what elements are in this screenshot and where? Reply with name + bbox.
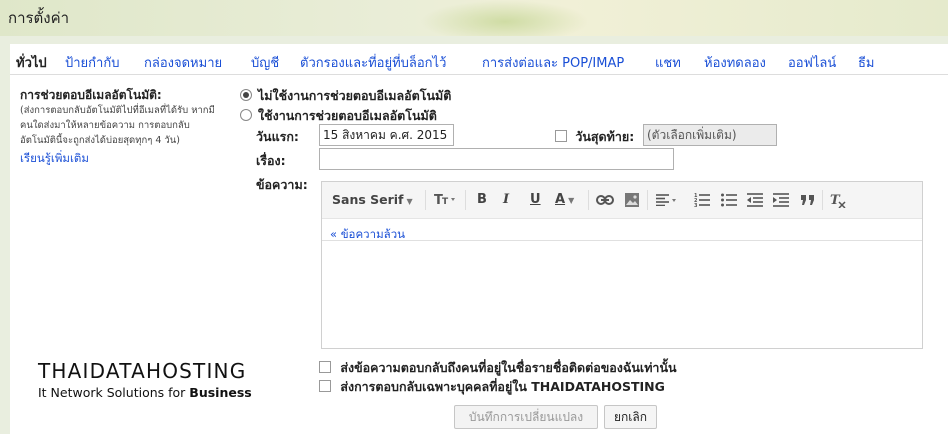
learn-more-link[interactable]: เรียนรู้เพิ่มเติม (20, 150, 89, 168)
font-family-select[interactable]: Sans Serif ▼ (332, 192, 413, 207)
header-decoration (420, 0, 590, 36)
remove-formatting-icon[interactable]: T (830, 192, 846, 212)
message-label: ข้อความ: (256, 177, 308, 192)
tab-filters[interactable]: ตัวกรองและที่อยู่ที่บล็อกไว้ (300, 52, 446, 73)
tab-labels[interactable]: ป้ายกำกับ (65, 52, 119, 73)
settings-tabs: ทั่วไป ป้ายกำกับ กล่องจดหมาย บัญชี ตัวกร… (10, 44, 948, 75)
header-bar: การตั้งค่า (0, 0, 948, 36)
last-day-checkbox[interactable] (555, 130, 567, 142)
indent-icon[interactable] (773, 193, 789, 211)
toolbar-divider (588, 190, 589, 210)
contacts-only-option[interactable]: ส่งข้อความตอบกลับถึงคนที่อยู่ในชื่อรายชื… (319, 358, 677, 378)
domain-only-option[interactable]: ส่งการตอบกลับเฉพาะบุคคลที่อยู่ใน THAIDAT… (319, 377, 665, 397)
svg-text:3: 3 (694, 203, 698, 207)
vacation-off-option[interactable]: ไม่ใช้งานการช่วยตอบอีเมลอัตโนมัติ (240, 86, 451, 106)
svg-text:T: T (830, 193, 841, 208)
contacts-only-label: ส่งข้อความตอบกลับถึงคนที่อยู่ในชื่อรายชื… (340, 360, 677, 375)
vacation-on-label: ใช้งานการช่วยตอบอีเมลอัตโนมัติ (258, 108, 437, 123)
toolbar-divider (425, 190, 426, 210)
logo-wordmark: THAIDATAHOSTING (38, 359, 247, 383)
editor-toolbar: Sans Serif ▼ TT B I U A ▼ 1 2 3 T (322, 182, 922, 219)
vacation-description-line: คนใดส่งมาให้หลายข้อความ การตอบกลับ (20, 120, 190, 131)
vacation-description-line: (ส่งการตอบกลับอัตโนมัติไปที่อีเมลที่ได้ร… (20, 105, 215, 116)
tab-labs[interactable]: ห้องทดลอง (704, 52, 766, 73)
outdent-icon[interactable] (747, 193, 763, 211)
tab-general[interactable]: ทั่วไป (16, 52, 47, 73)
align-icon[interactable] (656, 194, 678, 210)
toolbar-divider (465, 190, 466, 210)
tab-offline[interactable]: ออฟไลน์ (788, 52, 836, 73)
tab-themes[interactable]: ธีม (858, 52, 875, 73)
toolbar-divider (647, 190, 648, 210)
tab-chat[interactable]: แชท (655, 52, 681, 73)
quote-icon[interactable] (801, 194, 815, 209)
company-logo: THAIDATAHOSTING It Network Solutions for… (38, 359, 252, 400)
message-editor: Sans Serif ▼ TT B I U A ▼ 1 2 3 T « ข้อค… (321, 181, 923, 349)
text-color-button[interactable]: A ▼ (555, 192, 574, 207)
first-day-input[interactable]: 15 สิงหาคม ค.ศ. 2015 (319, 124, 454, 146)
link-icon[interactable] (596, 194, 614, 210)
subject-label: เรื่อง: (256, 153, 286, 168)
vacation-off-label: ไม่ใช้งานการช่วยตอบอีเมลอัตโนมัติ (258, 88, 452, 103)
vacation-on-option[interactable]: ใช้งานการช่วยตอบอีเมลอัตโนมัติ (240, 106, 437, 126)
italic-button[interactable]: I (503, 192, 509, 207)
text-color-icon: A (555, 192, 566, 207)
subject-input[interactable] (319, 148, 674, 170)
svg-text:T: T (442, 197, 449, 206)
chevron-down-icon: ▼ (406, 197, 413, 206)
page-title: การตั้งค่า (8, 9, 70, 27)
contacts-only-checkbox[interactable] (319, 361, 331, 373)
last-day-option[interactable]: วันสุดท้าย: (555, 127, 634, 147)
logo-tagline-prefix: It Network Solutions for (38, 385, 190, 400)
domain-only-label: ส่งการตอบกลับเฉพาะบุคคลที่อยู่ใน THAIDAT… (340, 379, 665, 394)
last-day-label: วันสุดท้าย: (575, 129, 635, 144)
logo-tagline-bold: Business (189, 385, 252, 400)
first-day-label: วันแรก: (256, 129, 299, 144)
settings-panel: ทั่วไป ป้ายกำกับ กล่องจดหมาย บัญชี ตัวกร… (10, 44, 948, 434)
image-icon[interactable] (624, 192, 640, 212)
domain-only-checkbox[interactable] (319, 380, 331, 392)
logo-tagline: It Network Solutions for Business (38, 385, 252, 400)
vacation-description: (ส่งการตอบกลับอัตโนมัติไปที่อีเมลที่ได้ร… (20, 103, 230, 148)
text-size-icon[interactable]: TT (434, 192, 456, 210)
tab-accounts[interactable]: บัญชี (251, 52, 279, 73)
chevron-down-icon: ▼ (568, 196, 575, 205)
underline-button[interactable]: U (530, 192, 541, 207)
tab-inbox[interactable]: กล่องจดหมาย (144, 52, 222, 73)
save-changes-button[interactable]: บันทึกการเปลี่ยนแปลง (454, 405, 598, 429)
bulleted-list-icon[interactable] (721, 193, 737, 211)
toolbar-divider (822, 190, 823, 210)
cancel-button[interactable]: ยกเลิก (604, 405, 657, 429)
numbered-list-icon[interactable]: 123 (694, 193, 710, 211)
radio-off-button[interactable] (240, 89, 252, 101)
message-body-area[interactable] (322, 240, 922, 349)
tab-forwarding[interactable]: การส่งต่อและ POP/IMAP (482, 52, 624, 73)
vacation-description-line: อัตโนมัตินี้จะถูกส่งได้บ่อยสุดทุกๆ 4 วัน… (20, 135, 180, 146)
font-family-label: Sans Serif (332, 192, 404, 207)
radio-on-button[interactable] (240, 109, 252, 121)
last-day-input[interactable]: (ตัวเลือกเพิ่มเติม) (643, 124, 777, 146)
bold-button[interactable]: B (477, 192, 487, 207)
